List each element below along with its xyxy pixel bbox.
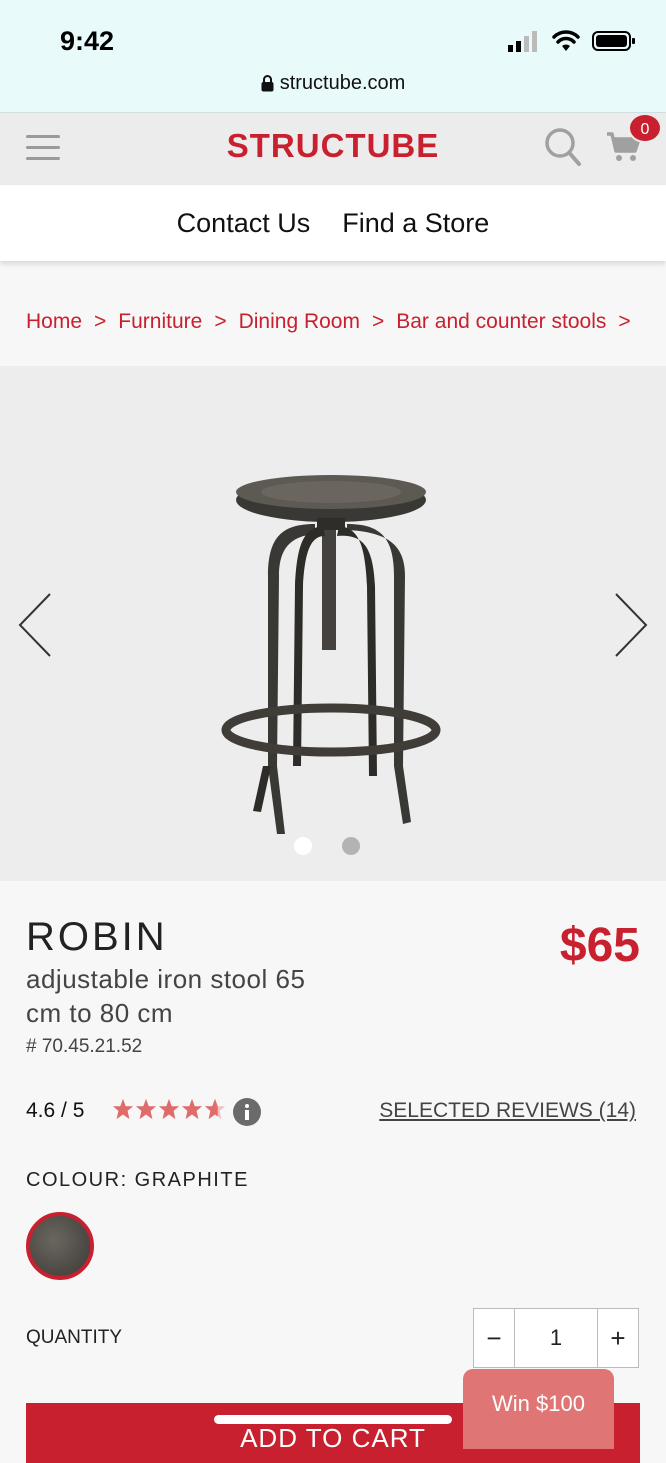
nav-contact-us-link[interactable]: Contact Us bbox=[177, 208, 311, 239]
rating-stars bbox=[112, 1098, 226, 1120]
breadcrumb-furniture[interactable]: Furniture bbox=[118, 310, 202, 333]
status-icons bbox=[508, 30, 636, 52]
breadcrumb-bar-stools[interactable]: Bar and counter stools bbox=[396, 310, 606, 333]
search-icon[interactable] bbox=[544, 127, 582, 167]
star-icon bbox=[135, 1098, 157, 1120]
quantity-increase-button[interactable]: + bbox=[598, 1309, 638, 1367]
breadcrumb-home[interactable]: Home bbox=[26, 310, 82, 333]
breadcrumb-dining-room[interactable]: Dining Room bbox=[239, 310, 360, 333]
top-nav: Contact Us Find a Store bbox=[0, 185, 666, 261]
breadcrumb-separator: > bbox=[618, 310, 631, 333]
product-image bbox=[221, 475, 441, 834]
star-icon bbox=[112, 1098, 134, 1120]
wifi-icon bbox=[552, 30, 580, 51]
signal-icon bbox=[508, 31, 537, 52]
breadcrumb-separator: > bbox=[94, 310, 107, 333]
star-partial-icon bbox=[204, 1098, 226, 1120]
info-icon[interactable] bbox=[233, 1098, 261, 1126]
colour-label: COLOUR: GRAPHITE bbox=[26, 1169, 249, 1191]
chevron-right-icon[interactable] bbox=[610, 592, 650, 658]
product-description: adjustable iron stool 65 cm to 80 cm bbox=[26, 964, 306, 1028]
gallery-dot-1[interactable] bbox=[294, 837, 312, 855]
battery-icon bbox=[592, 31, 635, 51]
win-promo-button[interactable]: Win $100 bbox=[463, 1369, 614, 1449]
quantity-label: QUANTITY bbox=[26, 1327, 123, 1348]
breadcrumb-separator: > bbox=[214, 310, 227, 333]
lock-icon bbox=[261, 75, 274, 92]
home-indicator[interactable] bbox=[214, 1415, 452, 1424]
nav-find-store-link[interactable]: Find a Store bbox=[342, 208, 489, 239]
colour-swatch-graphite[interactable] bbox=[26, 1212, 94, 1280]
quantity-input[interactable]: 1 bbox=[514, 1309, 598, 1367]
product-sku: # 70.45.21.52 bbox=[26, 1036, 143, 1057]
status-bar: 9:42 structube.com bbox=[0, 0, 666, 113]
star-icon bbox=[181, 1098, 203, 1120]
product-price: $65 bbox=[559, 919, 640, 972]
chevron-left-icon[interactable] bbox=[16, 592, 56, 658]
status-time: 9:42 bbox=[60, 26, 115, 56]
cart-count-badge: 0 bbox=[628, 113, 662, 143]
site-header: STRUCTUBE bbox=[0, 113, 666, 185]
product-name: ROBIN bbox=[26, 915, 168, 959]
gallery-pagination bbox=[294, 837, 360, 855]
product-gallery[interactable] bbox=[0, 366, 666, 881]
rating-score: 4.6 / 5 bbox=[26, 1099, 85, 1122]
url-text: structube.com bbox=[279, 72, 406, 94]
rating-row: 4.6 / 5 SELECTED REVIEWS (14) bbox=[26, 1096, 640, 1128]
quantity-stepper: − 1 + bbox=[473, 1308, 639, 1368]
gallery-dot-2[interactable] bbox=[342, 837, 360, 855]
breadcrumb-separator: > bbox=[371, 310, 385, 333]
star-icon bbox=[158, 1098, 180, 1120]
breadcrumb: Home > Furniture > Dining Room > Bar and count… bbox=[26, 310, 643, 334]
quantity-decrease-button[interactable]: − bbox=[474, 1309, 514, 1367]
address-bar[interactable]: structube.com bbox=[0, 72, 666, 95]
selected-reviews-link[interactable]: SELECTED REVIEWS (14) bbox=[379, 1099, 636, 1123]
